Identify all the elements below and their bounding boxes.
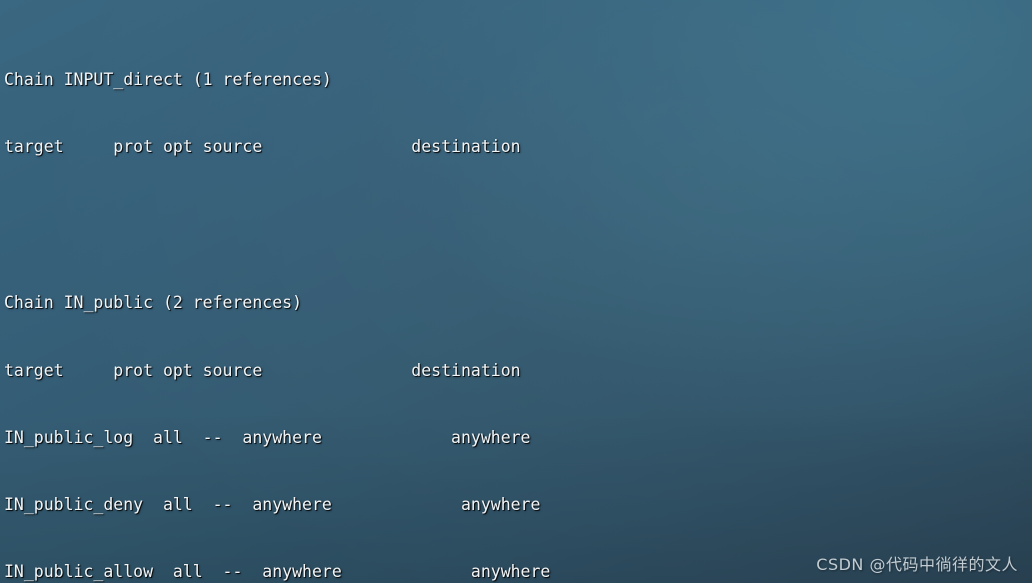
- terminal-window[interactable]: Chain INPUT_direct (1 references) target…: [0, 0, 1032, 583]
- column-header-input-direct: target prot opt source destination: [4, 137, 521, 157]
- chain-header-in-public: Chain IN_public (2 references): [4, 293, 303, 313]
- terminal-screen[interactable]: Chain INPUT_direct (1 references) target…: [0, 0, 1032, 583]
- column-header-in-public: target prot opt source destination: [4, 360, 521, 380]
- csdn-watermark: CSDN @代码中徜徉的文人: [816, 554, 1018, 574]
- chain-header-input-direct: Chain INPUT_direct (1 references): [4, 70, 332, 90]
- rule-row: IN_public_log all -- anywhere anywhere: [4, 427, 531, 447]
- rule-row: IN_public_deny all -- anywhere anywhere: [4, 494, 541, 514]
